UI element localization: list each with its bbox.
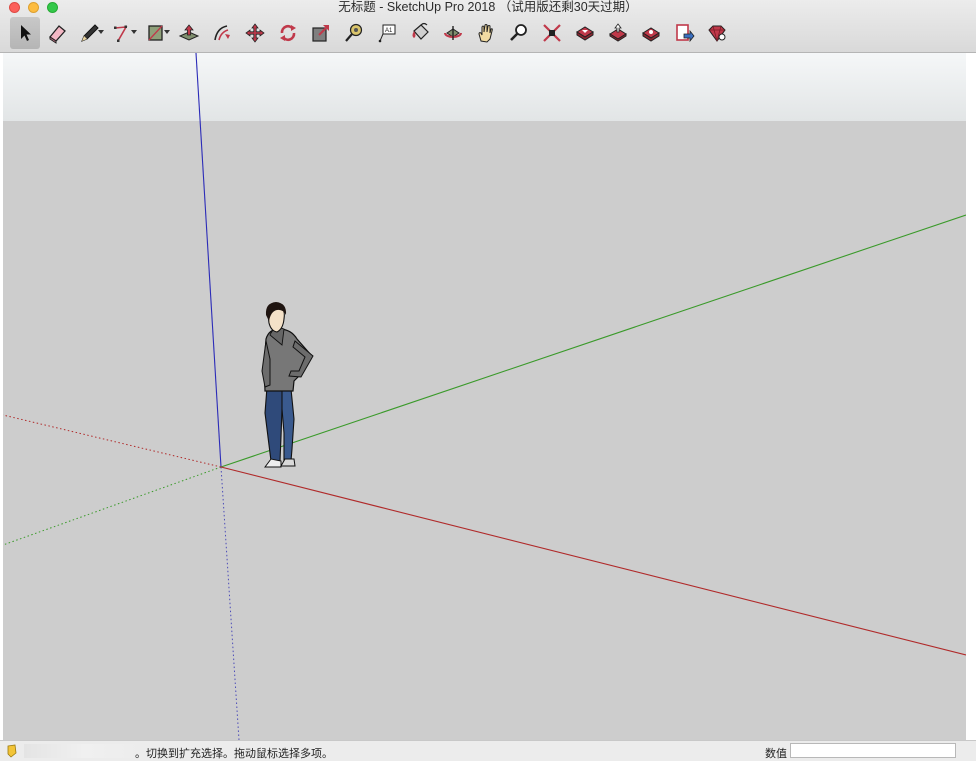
hint-lightbulb-icon	[7, 744, 17, 758]
text-icon: A1	[378, 24, 395, 43]
layout-icon	[675, 24, 695, 43]
scale-icon	[311, 25, 329, 42]
arc-tool-button[interactable]	[106, 17, 139, 49]
magnifier-icon	[509, 24, 527, 41]
rotate-icon	[279, 24, 296, 42]
extension-warehouse-icon	[641, 27, 660, 42]
scale-figure-person	[261, 302, 314, 468]
scale-tool-button[interactable]	[304, 17, 337, 49]
title-toolbar-area: 无标题 - SketchUp Pro 2018 （试用版还剩30天过期） A1	[0, 0, 976, 53]
arrow-cursor-icon	[21, 25, 31, 41]
green-axis-negative	[3, 466, 222, 546]
sketchup-window: 无标题 - SketchUp Pro 2018 （试用版还剩30天过期） A1 …	[0, 0, 976, 761]
status-bar: 。切换到扩充选择。拖动鼠标选择多项。 数值	[0, 740, 976, 761]
extension-manager-tool-button[interactable]	[700, 17, 733, 49]
green-axis	[220, 214, 966, 468]
blue-axis-negative	[220, 466, 240, 740]
select-tool-button[interactable]	[10, 17, 40, 49]
rotate-tool-button[interactable]	[271, 17, 304, 49]
status-hint-text: 。切换到扩充选择。拖动鼠标选择多项。	[135, 748, 333, 760]
offset-tool-button[interactable]	[205, 17, 238, 49]
zoom-tool-button[interactable]	[502, 17, 535, 49]
zoom-extents-icon	[542, 24, 561, 42]
zoom-extents-tool-button[interactable]	[535, 17, 568, 49]
main-toolbar: A1	[10, 17, 733, 49]
orbit-tool-button[interactable]	[436, 17, 469, 49]
hand-icon	[477, 24, 493, 43]
measurements-input[interactable]	[790, 743, 956, 758]
paint-bucket-icon	[412, 22, 429, 40]
push-pull-icon	[178, 24, 199, 41]
share-model-tool-button[interactable]	[601, 17, 634, 49]
chevron-down-icon[interactable]	[164, 30, 170, 34]
window-title: 无标题 - SketchUp Pro 2018 （试用版还剩30天过期）	[338, 0, 638, 14]
viewport-right-gutter	[966, 53, 976, 740]
chevron-down-icon[interactable]	[98, 30, 104, 34]
text-tool-button[interactable]: A1	[370, 17, 403, 49]
chevron-down-icon[interactable]	[131, 30, 137, 34]
3d-warehouse-tool-button[interactable]	[568, 17, 601, 49]
eraser-tool-button[interactable]	[40, 17, 73, 49]
ruby-gem-icon	[707, 25, 726, 42]
line-tool-button[interactable]	[73, 17, 106, 49]
layout-send-tool-button[interactable]	[667, 17, 700, 49]
push-pull-tool-button[interactable]	[172, 17, 205, 49]
measurements-label: 数值	[765, 748, 787, 760]
paint-bucket-tool-button[interactable]	[403, 17, 436, 49]
model-viewport[interactable]	[3, 53, 966, 740]
move-tool-button[interactable]	[238, 17, 271, 49]
share-model-icon	[608, 23, 627, 42]
red-axis-negative	[3, 414, 222, 468]
red-axis	[220, 466, 966, 656]
rectangle-tool-button[interactable]	[139, 17, 172, 49]
eraser-icon	[48, 25, 66, 44]
tape-measure-icon	[344, 23, 362, 42]
offset-icon	[213, 25, 230, 41]
extension-warehouse-tool-button[interactable]	[634, 17, 667, 49]
axes-scene	[3, 53, 966, 740]
warehouse-icon	[575, 26, 594, 41]
move-icon	[244, 23, 265, 43]
tape-measure-tool-button[interactable]	[337, 17, 370, 49]
blue-axis	[195, 53, 222, 468]
orbit-icon	[443, 26, 462, 40]
svg-text:A1: A1	[385, 28, 393, 34]
pan-tool-button[interactable]	[469, 17, 502, 49]
status-hint-obscured	[24, 744, 144, 758]
